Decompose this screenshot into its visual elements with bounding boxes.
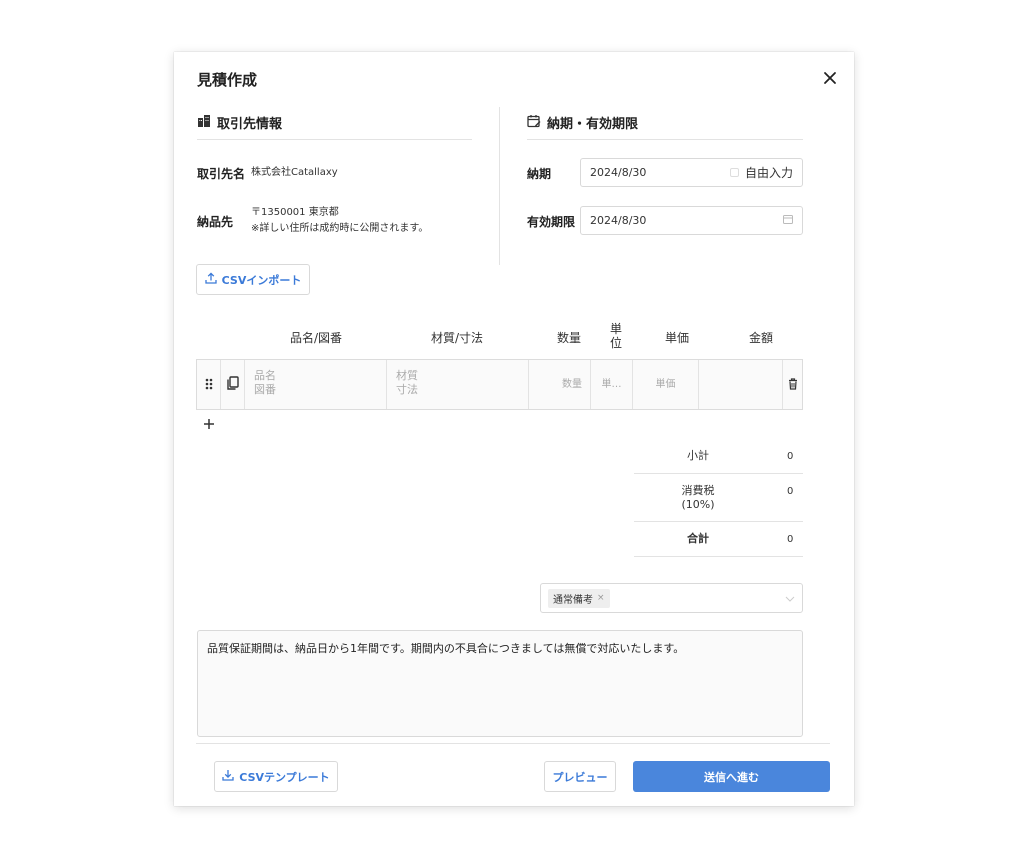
delete-row-button[interactable] — [782, 360, 802, 409]
remarks-text: 品質保証期間は、納品日から1年間です。期間内の不具合につきましては無償で対応いた… — [207, 642, 685, 655]
material-placeholder: 材質 — [396, 369, 418, 382]
remarks-tag-label: 通常備考 — [553, 594, 593, 606]
preview-label: プレビュー — [552, 770, 608, 784]
delivery-date-value: 2024/8/30 — [590, 166, 647, 179]
add-row-icon[interactable] — [202, 416, 216, 430]
tax-label-line1: 消費税 — [681, 484, 715, 497]
header-unit-price: 単価 — [664, 331, 689, 345]
client-name-value: 株式会社Catallaxy — [251, 167, 338, 178]
tag-remove-icon[interactable]: × — [597, 593, 605, 603]
subtotal-value: 0 — [787, 451, 794, 462]
copy-icon[interactable] — [226, 375, 239, 394]
free-input-label: 自由入力 — [744, 166, 793, 180]
delivery-date-input[interactable]: 2024/8/30 自由入力 — [580, 158, 803, 187]
item-name-field[interactable]: 品名 図番 — [244, 360, 386, 409]
chevron-down-icon[interactable] — [785, 592, 795, 605]
calendar-icon[interactable] — [783, 214, 793, 227]
header-quantity: 数量 — [556, 331, 581, 345]
quantity-field[interactable]: 数量 — [528, 360, 590, 409]
divider — [197, 139, 472, 140]
calendar-edit-icon — [527, 114, 541, 132]
free-input-checkbox[interactable]: 自由入力 — [729, 164, 793, 181]
delivery-date-label: 納期 — [527, 167, 552, 181]
dimension-placeholder: 寸法 — [396, 383, 418, 396]
footer-divider — [196, 743, 830, 744]
client-section-title: 取引先情報 — [217, 117, 283, 132]
tax-label: 消費税 (10%) — [668, 484, 728, 512]
table-row: 品名 図番 材質 寸法 数量 単… 単価 — [196, 359, 803, 410]
remarks-textarea[interactable]: 品質保証期間は、納品日から1年間です。期間内の不具合につきましては無償で対応いた… — [197, 630, 803, 737]
unit-price-field[interactable]: 単価 — [632, 360, 698, 409]
checkbox-icon[interactable] — [729, 168, 739, 177]
preview-button[interactable]: プレビュー — [544, 761, 616, 792]
total-label: 合計 — [687, 532, 709, 545]
unit-price-placeholder: 単価 — [655, 378, 676, 390]
remarks-template-select[interactable]: 通常備考 × — [540, 583, 803, 613]
csv-template-button[interactable]: CSVテンプレート — [214, 761, 338, 792]
header-material: 材質/寸法 — [430, 331, 484, 345]
expiry-date-value: 2024/8/30 — [590, 214, 647, 227]
copy-row-button[interactable] — [220, 360, 244, 409]
header-name: 品名/図番 — [289, 331, 343, 345]
tax-label-line2: (10%) — [681, 498, 715, 511]
trash-icon[interactable] — [788, 375, 798, 394]
quantity-placeholder: 数量 — [562, 378, 582, 390]
amount-cell — [698, 360, 782, 409]
divider — [527, 139, 803, 140]
drag-handle-icon[interactable] — [205, 375, 213, 394]
deadline-section-title: 納期・有効期限 — [547, 117, 639, 132]
delivery-address: 〒1350001 東京都 — [251, 207, 339, 218]
building-icon — [197, 114, 211, 132]
section-divider — [499, 107, 500, 265]
total-value: 0 — [787, 534, 794, 545]
quote-creation-modal: 見積作成 取引先情報 取引先名 株式会社Catallaxy 納品先 〒13500… — [174, 52, 854, 806]
summary-divider — [634, 521, 803, 522]
download-icon — [222, 769, 234, 784]
item-number-placeholder: 図番 — [254, 383, 276, 396]
csv-import-button[interactable]: CSVインポート — [196, 264, 310, 295]
item-name-placeholder: 品名 — [254, 369, 276, 382]
material-field[interactable]: 材質 寸法 — [386, 360, 528, 409]
drag-handle[interactable] — [197, 360, 220, 409]
submit-button[interactable]: 送信へ進む — [633, 761, 830, 792]
deadline-section-heading: 納期・有効期限 — [527, 113, 638, 132]
unit-field[interactable]: 単… — [590, 360, 632, 409]
header-unit-line1: 単 — [609, 322, 622, 336]
tax-value: 0 — [787, 486, 794, 497]
remarks-tag: 通常備考 × — [548, 588, 610, 608]
unit-placeholder: 単… — [601, 378, 622, 390]
expiry-date-input[interactable]: 2024/8/30 — [580, 206, 803, 235]
subtotal-label: 小計 — [687, 449, 709, 462]
summary-divider — [634, 556, 803, 557]
header-amount: 金額 — [748, 331, 773, 345]
client-section-heading: 取引先情報 — [197, 113, 282, 132]
csv-template-label: CSVテンプレート — [239, 770, 330, 784]
header-unit: 単 位 — [606, 322, 626, 350]
header-unit-line2: 位 — [609, 336, 622, 350]
close-icon[interactable] — [820, 68, 840, 88]
client-name-label: 取引先名 — [197, 167, 246, 181]
delivery-label: 納品先 — [197, 215, 234, 229]
submit-label: 送信へ進む — [704, 770, 759, 784]
delivery-note: ※詳しい住所は成約時に公開されます。 — [251, 223, 429, 234]
csv-import-label: CSVインポート — [221, 273, 302, 287]
upload-icon — [204, 272, 217, 287]
modal-title: 見積作成 — [197, 71, 258, 89]
expiry-label: 有効期限 — [527, 215, 576, 229]
summary-divider — [634, 473, 803, 474]
